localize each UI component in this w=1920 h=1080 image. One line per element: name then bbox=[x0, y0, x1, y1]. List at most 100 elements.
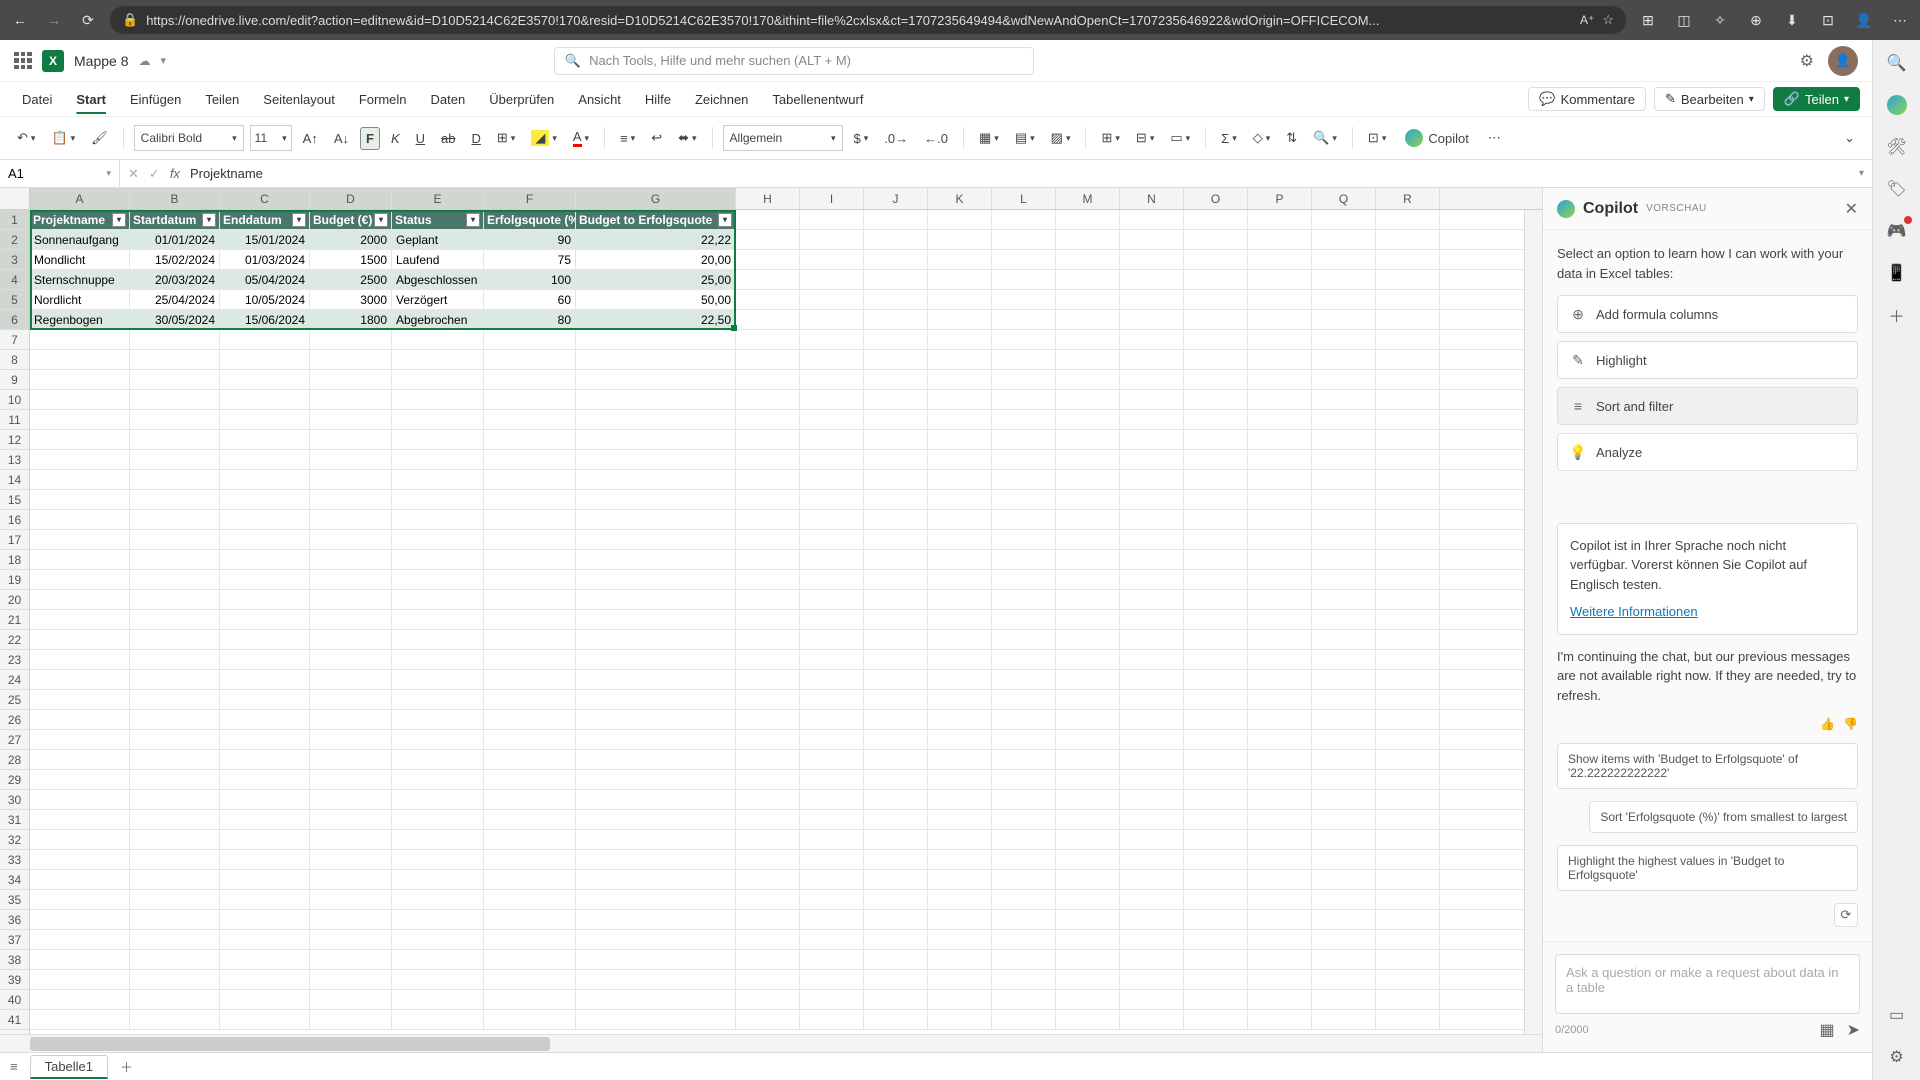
cell[interactable] bbox=[130, 570, 220, 589]
cell[interactable] bbox=[736, 830, 800, 849]
cell[interactable] bbox=[1184, 510, 1248, 529]
split-icon[interactable]: ◫ bbox=[1672, 8, 1696, 32]
cell[interactable] bbox=[484, 590, 576, 609]
undo-button[interactable]: ↶▾ bbox=[12, 127, 40, 149]
copilot-ribbon-button[interactable]: Copilot bbox=[1397, 126, 1476, 150]
cell[interactable] bbox=[392, 490, 484, 509]
cell[interactable]: Regenbogen bbox=[30, 310, 130, 329]
cell[interactable] bbox=[30, 990, 130, 1009]
ribbon-tab-überprüfen[interactable]: Überprüfen bbox=[479, 86, 564, 113]
sheet-tab[interactable]: Tabelle1 bbox=[30, 1055, 108, 1079]
cell[interactable] bbox=[864, 530, 928, 549]
column-header[interactable]: B bbox=[130, 188, 220, 209]
cell[interactable] bbox=[928, 890, 992, 909]
cell[interactable] bbox=[864, 370, 928, 389]
cell[interactable] bbox=[928, 770, 992, 789]
cell[interactable] bbox=[576, 330, 736, 349]
cell[interactable] bbox=[1376, 350, 1440, 369]
cell[interactable] bbox=[800, 510, 864, 529]
cell[interactable] bbox=[1312, 1010, 1376, 1029]
cell[interactable] bbox=[484, 830, 576, 849]
cell[interactable] bbox=[864, 630, 928, 649]
cell[interactable] bbox=[864, 650, 928, 669]
column-header[interactable]: H bbox=[736, 188, 800, 209]
cell[interactable] bbox=[992, 210, 1056, 229]
cell[interactable] bbox=[1248, 210, 1312, 229]
cell[interactable] bbox=[30, 910, 130, 929]
cell[interactable] bbox=[992, 730, 1056, 749]
more-ribbon-button[interactable]: ⋯ bbox=[1483, 127, 1506, 149]
cell[interactable] bbox=[310, 630, 392, 649]
increase-font-button[interactable]: A↑ bbox=[298, 128, 323, 149]
cell[interactable] bbox=[1056, 990, 1120, 1009]
cell[interactable]: 2000 bbox=[310, 230, 392, 249]
column-header[interactable]: R bbox=[1376, 188, 1440, 209]
cell[interactable] bbox=[1376, 870, 1440, 889]
ribbon-tab-teilen[interactable]: Teilen bbox=[195, 86, 249, 113]
cell[interactable] bbox=[30, 870, 130, 889]
cell[interactable] bbox=[928, 370, 992, 389]
cell[interactable] bbox=[736, 470, 800, 489]
cell[interactable] bbox=[1056, 250, 1120, 269]
cell[interactable] bbox=[1056, 950, 1120, 969]
comments-button[interactable]: 💬Kommentare bbox=[1528, 87, 1646, 111]
cell[interactable] bbox=[992, 490, 1056, 509]
cell[interactable] bbox=[864, 1010, 928, 1029]
cell[interactable] bbox=[130, 410, 220, 429]
row-header[interactable]: 24 bbox=[0, 670, 29, 690]
ribbon-tab-seitenlayout[interactable]: Seitenlayout bbox=[253, 86, 345, 113]
cell[interactable] bbox=[928, 650, 992, 669]
cell[interactable] bbox=[800, 590, 864, 609]
cell[interactable] bbox=[1184, 630, 1248, 649]
copilot-input[interactable]: Ask a question or make a request about d… bbox=[1555, 954, 1860, 1014]
cell[interactable] bbox=[30, 650, 130, 669]
cell[interactable] bbox=[1120, 270, 1184, 289]
cell[interactable] bbox=[1248, 470, 1312, 489]
cell[interactable] bbox=[220, 870, 310, 889]
cell[interactable] bbox=[1056, 490, 1120, 509]
cell[interactable] bbox=[1120, 610, 1184, 629]
cell[interactable] bbox=[30, 930, 130, 949]
cell[interactable]: 100 bbox=[484, 270, 576, 289]
cell[interactable] bbox=[928, 390, 992, 409]
cell[interactable] bbox=[864, 710, 928, 729]
cell[interactable] bbox=[864, 410, 928, 429]
cell[interactable] bbox=[800, 350, 864, 369]
cell[interactable] bbox=[130, 670, 220, 689]
copilot-option-sort-and-filter[interactable]: ≡Sort and filter bbox=[1557, 387, 1858, 425]
cell[interactable] bbox=[392, 730, 484, 749]
cell[interactable] bbox=[1184, 350, 1248, 369]
row-header[interactable]: 17 bbox=[0, 530, 29, 550]
favorites-icon[interactable]: ✧ bbox=[1708, 8, 1732, 32]
column-header[interactable]: E bbox=[392, 188, 484, 209]
page-rail-icon[interactable]: ▭ bbox=[1886, 1004, 1908, 1026]
cell[interactable] bbox=[30, 890, 130, 909]
cell[interactable] bbox=[1120, 1010, 1184, 1029]
cell[interactable] bbox=[310, 490, 392, 509]
cell[interactable] bbox=[1376, 270, 1440, 289]
cell[interactable] bbox=[392, 470, 484, 489]
cell[interactable] bbox=[1248, 950, 1312, 969]
doc-dropdown-icon[interactable]: ▾ bbox=[160, 54, 166, 67]
cell[interactable] bbox=[220, 490, 310, 509]
cell[interactable] bbox=[310, 710, 392, 729]
cell[interactable] bbox=[1184, 230, 1248, 249]
cell[interactable] bbox=[130, 850, 220, 869]
thumbs-up-icon[interactable]: 👍 bbox=[1820, 717, 1835, 731]
cell[interactable] bbox=[310, 850, 392, 869]
cell[interactable] bbox=[1120, 730, 1184, 749]
cell[interactable]: Laufend bbox=[392, 250, 484, 269]
cell[interactable] bbox=[1376, 910, 1440, 929]
cell[interactable] bbox=[736, 730, 800, 749]
cell[interactable] bbox=[1120, 790, 1184, 809]
cell[interactable] bbox=[992, 710, 1056, 729]
cell[interactable] bbox=[736, 370, 800, 389]
cell[interactable] bbox=[1312, 770, 1376, 789]
cell[interactable] bbox=[1376, 430, 1440, 449]
cell[interactable] bbox=[1248, 330, 1312, 349]
cell[interactable] bbox=[1248, 490, 1312, 509]
ribbon-tab-formeln[interactable]: Formeln bbox=[349, 86, 417, 113]
cell[interactable] bbox=[1184, 670, 1248, 689]
cell[interactable] bbox=[30, 790, 130, 809]
cell[interactable] bbox=[800, 290, 864, 309]
